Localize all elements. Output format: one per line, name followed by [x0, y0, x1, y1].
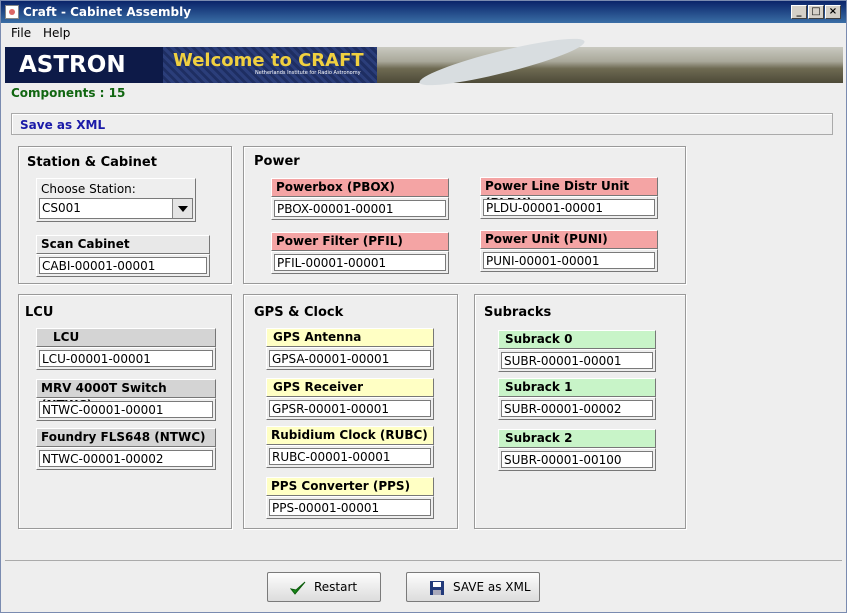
- subrack-1-field: Subrack 1 SUBR-00001-00002: [498, 378, 656, 420]
- rubidium-clock-input[interactable]: RUBC-00001-00001: [269, 448, 431, 465]
- welcome-graphic: Welcome to CRAFT Netherlands Institute f…: [163, 47, 377, 83]
- minimize-icon[interactable]: _: [791, 5, 807, 19]
- gps-receiver-label: GPS Receiver: [266, 378, 434, 397]
- pps-converter-field: PPS Converter (PPS) PPS-00001-00001: [266, 477, 434, 519]
- restart-button-label: Restart: [314, 580, 358, 594]
- subrack-0-label: Subrack 0: [498, 330, 656, 349]
- close-icon[interactable]: ×: [825, 5, 841, 19]
- subrack-0-input[interactable]: SUBR-00001-00001: [501, 352, 653, 369]
- mrv-switch-field: MRV 4000T Switch (NTWC) NTWC-00001-00001: [36, 379, 216, 421]
- subrack-1-input[interactable]: SUBR-00001-00002: [501, 400, 653, 417]
- subrack-2-label: Subrack 2: [498, 429, 656, 448]
- station-select-value: CS001: [42, 201, 81, 215]
- pldu-label: Power Line Distr Unit (PLDU): [480, 177, 658, 210]
- power-unit-label: Power Unit (PUNI): [480, 230, 658, 249]
- menu-file[interactable]: File: [11, 26, 31, 40]
- power-filter-input[interactable]: PFIL-00001-00001: [274, 254, 446, 271]
- power-title: Power: [254, 154, 300, 169]
- powerbox-label: Powerbox (PBOX): [271, 178, 449, 197]
- subracks-title: Subracks: [484, 305, 552, 320]
- lcu-label: LCU: [36, 328, 216, 347]
- restart-button[interactable]: Restart: [267, 572, 381, 602]
- gps-antenna-input[interactable]: GPSA-00001-00001: [269, 350, 431, 367]
- power-unit-field: Power Unit (PUNI) PUNI-00001-00001: [480, 230, 658, 272]
- chevron-down-icon[interactable]: [172, 199, 192, 218]
- subrack-2-field: Subrack 2 SUBR-00001-00100: [498, 429, 656, 471]
- floppy-disk-icon: [430, 581, 444, 595]
- mrv-switch-input[interactable]: NTWC-00001-00001: [39, 401, 213, 418]
- subrack-0-field: Subrack 0 SUBR-00001-00001: [498, 330, 656, 372]
- rubidium-clock-label: Rubidium Clock (RUBC): [266, 426, 434, 445]
- station-select[interactable]: CS001: [39, 198, 193, 219]
- scan-cabinet-field: Scan Cabinet CABI-00001-00001: [36, 235, 210, 277]
- window-title: Craft - Cabinet Assembly: [23, 5, 192, 19]
- pps-converter-input[interactable]: PPS-00001-00001: [269, 499, 431, 516]
- maximize-icon[interactable]: □: [808, 5, 824, 19]
- power-filter-field: Power Filter (PFIL) PFIL-00001-00001: [271, 232, 449, 274]
- components-count: Components : 15: [11, 86, 126, 100]
- title-bar: Craft - Cabinet Assembly _ □ ×: [1, 1, 846, 23]
- checkmark-icon: [290, 581, 306, 595]
- mrv-switch-label: MRV 4000T Switch (NTWC): [36, 379, 216, 412]
- gps-clock-title: GPS & Clock: [254, 305, 344, 320]
- lcu-field: LCU LCU-00001-00001: [36, 328, 216, 370]
- save-as-xml-button[interactable]: SAVE as XML: [406, 572, 540, 602]
- rubidium-clock-field: Rubidium Clock (RUBC) RUBC-00001-00001: [266, 426, 434, 468]
- welcome-text: Welcome to CRAFT: [173, 50, 364, 71]
- app-window: Craft - Cabinet Assembly _ □ × File Help…: [0, 0, 847, 613]
- pldu-field: Power Line Distr Unit (PLDU) PLDU-00001-…: [480, 177, 658, 219]
- gps-receiver-input[interactable]: GPSR-00001-00001: [269, 400, 431, 417]
- astron-banner: ASTRON Welcome to CRAFT Netherlands Inst…: [5, 47, 377, 83]
- power-unit-input[interactable]: PUNI-00001-00001: [483, 252, 655, 269]
- powerbox-input[interactable]: PBOX-00001-00001: [274, 200, 446, 217]
- save-xml-header-panel: Save as XML: [11, 113, 833, 135]
- gps-antenna-label: GPS Antenna: [266, 328, 434, 347]
- scan-cabinet-input[interactable]: CABI-00001-00001: [39, 257, 207, 274]
- pps-converter-label: PPS Converter (PPS): [266, 477, 434, 496]
- landscape-photo: [377, 30, 843, 94]
- menu-help[interactable]: Help: [43, 26, 70, 40]
- foundry-input[interactable]: NTWC-00001-00002: [39, 450, 213, 467]
- station-cabinet-title: Station & Cabinet: [27, 155, 157, 170]
- menu-bar: File Help: [1, 23, 846, 45]
- save-as-xml-button-label: SAVE as XML: [453, 580, 531, 594]
- powerbox-field: Powerbox (PBOX) PBOX-00001-00001: [271, 178, 449, 220]
- choose-station-group: Choose Station: CS001: [36, 178, 196, 222]
- choose-station-label: Choose Station:: [41, 182, 136, 196]
- save-xml-header: Save as XML: [20, 118, 106, 132]
- lcu-input[interactable]: LCU-00001-00001: [39, 350, 213, 367]
- lcu-title: LCU: [25, 305, 54, 320]
- subrack-1-label: Subrack 1: [498, 378, 656, 397]
- java-app-icon: [5, 5, 19, 19]
- gps-receiver-field: GPS Receiver GPSR-00001-00001: [266, 378, 434, 420]
- subrack-2-input[interactable]: SUBR-00001-00100: [501, 451, 653, 468]
- banner-subtitle: Netherlands Institute for Radio Astronom…: [255, 70, 361, 76]
- astron-logo: ASTRON: [5, 47, 163, 83]
- foundry-field: Foundry FLS648 (NTWC) NTWC-00001-00002: [36, 428, 216, 470]
- gps-antenna-field: GPS Antenna GPSA-00001-00001: [266, 328, 434, 370]
- pldu-input[interactable]: PLDU-00001-00001: [483, 199, 655, 216]
- scan-cabinet-label: Scan Cabinet: [36, 235, 210, 254]
- power-filter-label: Power Filter (PFIL): [271, 232, 449, 251]
- foundry-label: Foundry FLS648 (NTWC): [36, 428, 216, 447]
